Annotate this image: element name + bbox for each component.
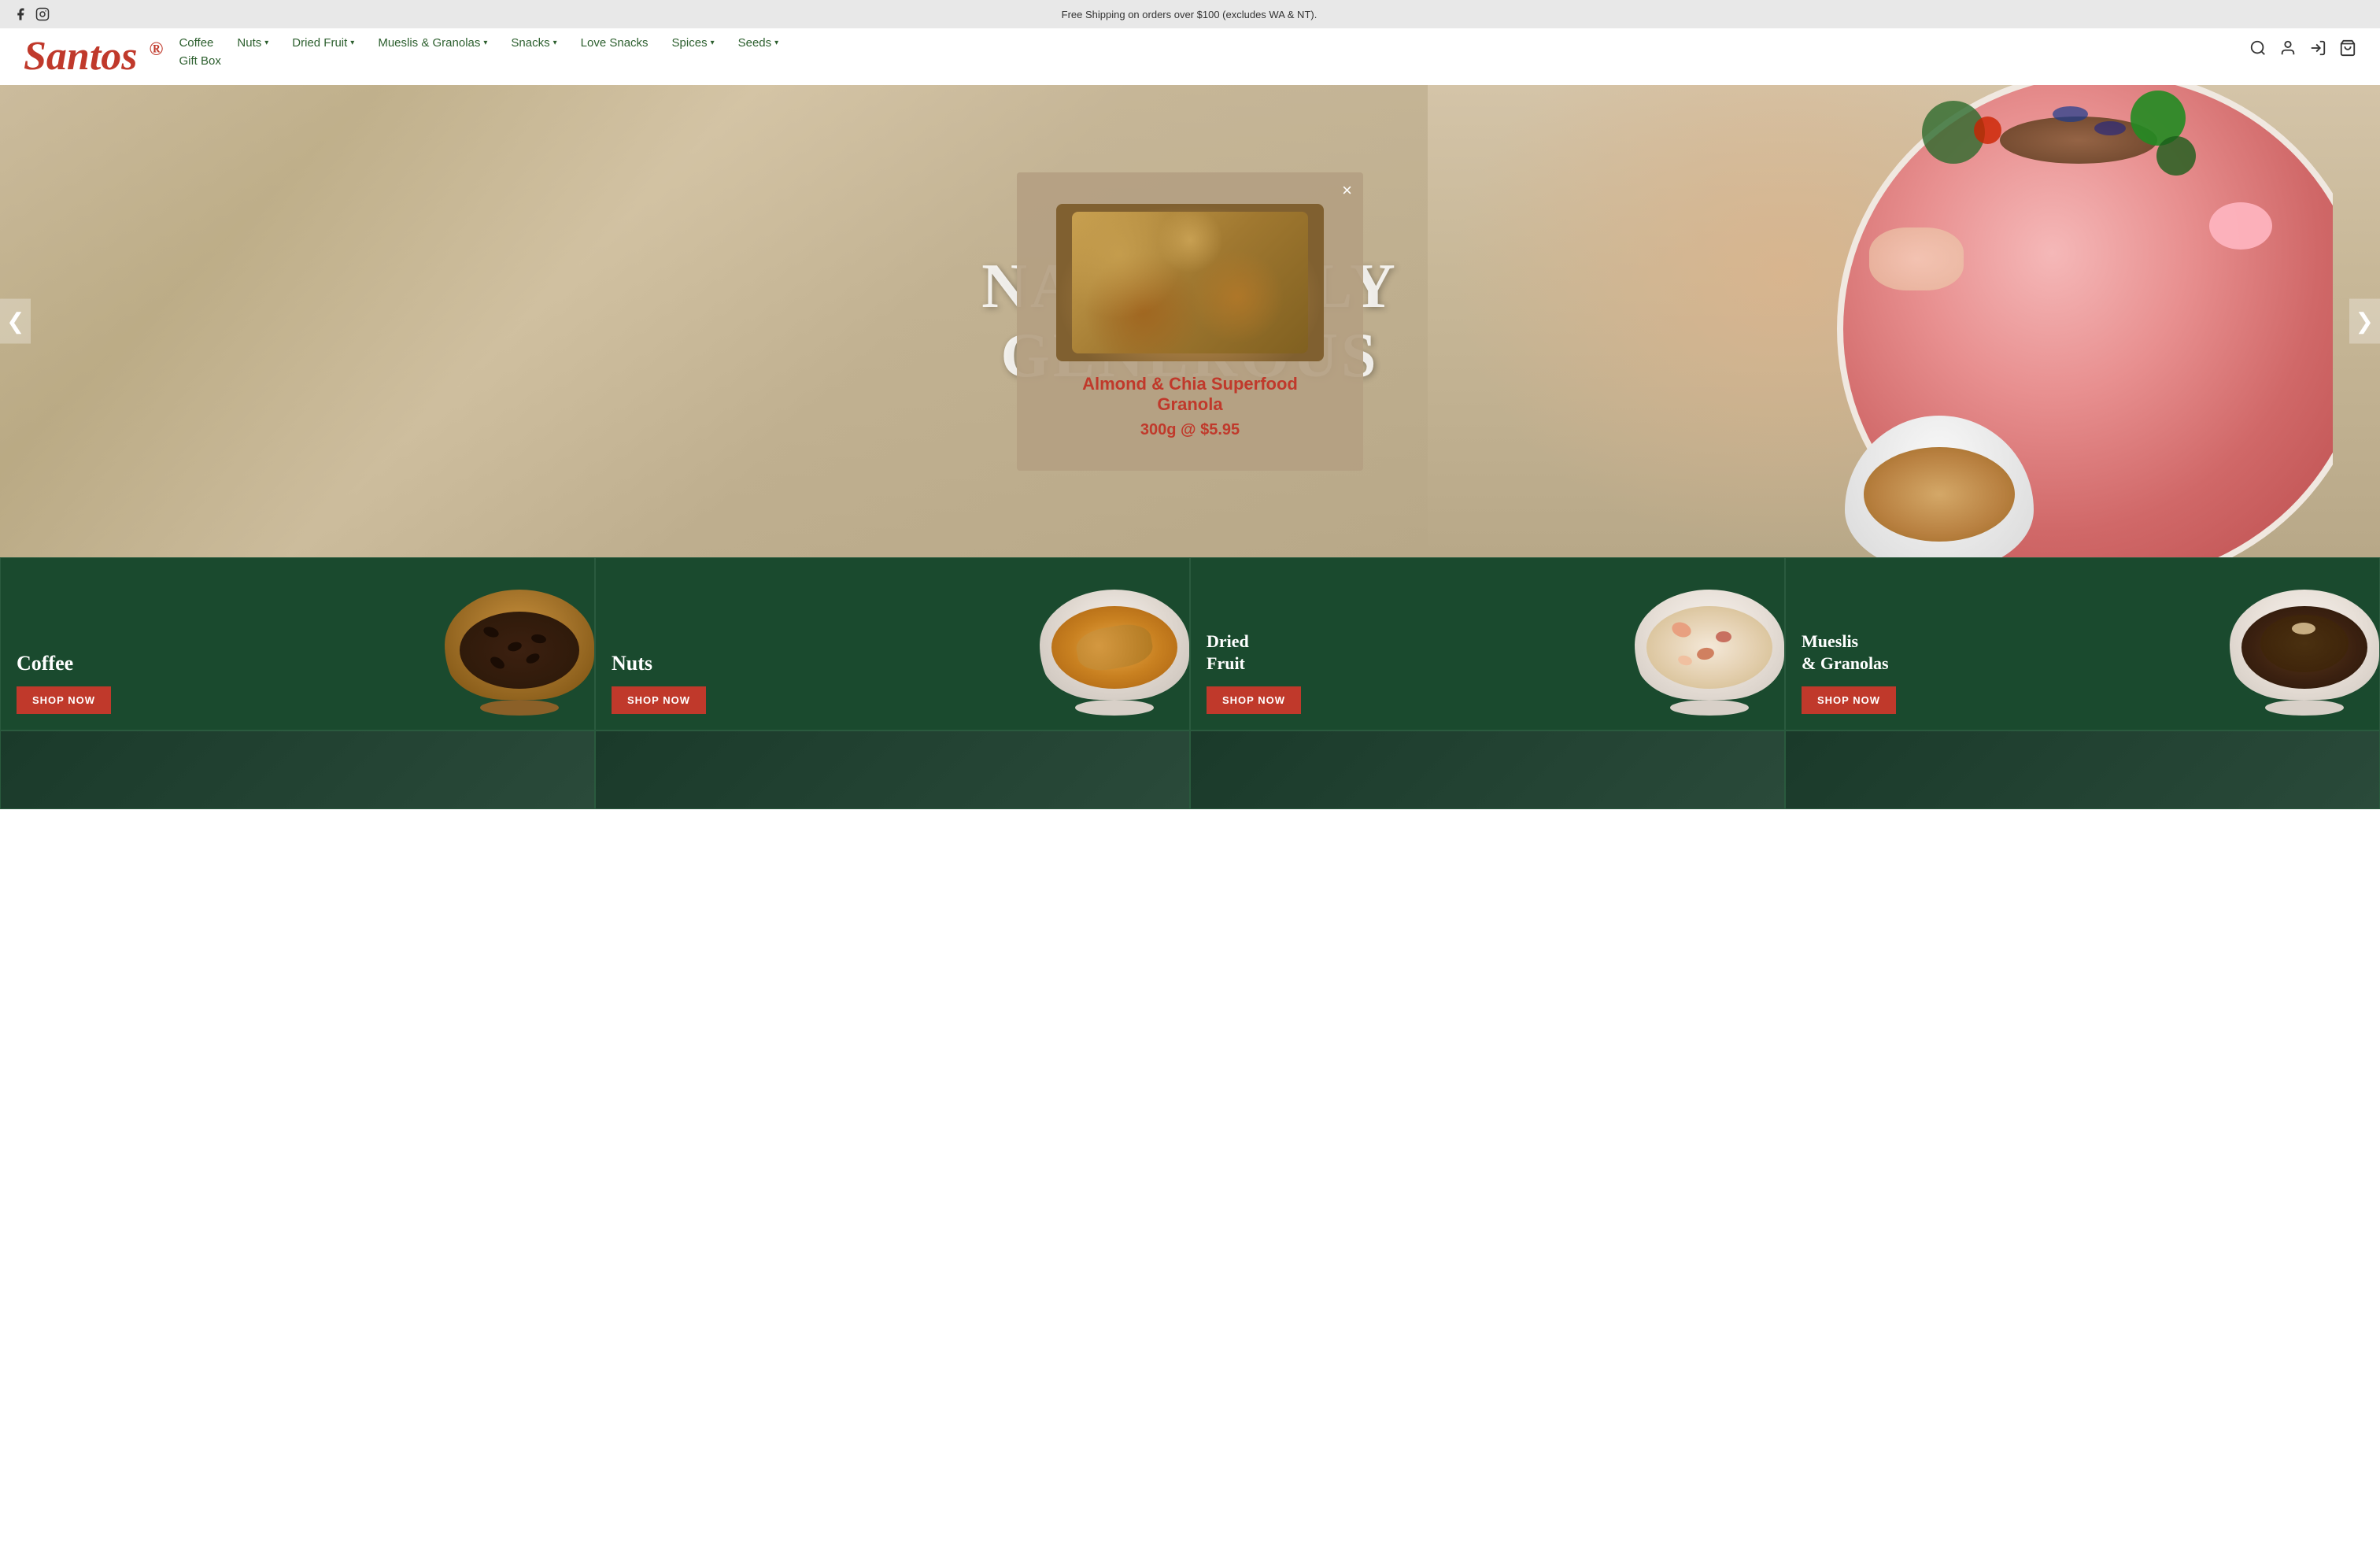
nuts-bowl-image (1040, 566, 1190, 723)
mueslis-card-title: Mueslis & Granolas (1802, 631, 2363, 675)
nuts-card-title: Nuts (612, 652, 1173, 675)
header: Santos ® Coffee Nuts ▾ Dried Fruit ▾ Mue… (0, 28, 2380, 85)
mueslis-shop-now-button[interactable]: SHOP NOW (1802, 686, 1896, 714)
category-grid: Coffee SHOP NOW Nuts SHOP NOW (0, 557, 2380, 730)
bottom-card-2 (595, 730, 1190, 809)
coffee-bowl-image (445, 566, 595, 723)
account-icon[interactable] (2279, 39, 2297, 61)
popup-product-title: Almond & Chia Superfood Granola (1048, 374, 1332, 415)
category-card-coffee: Coffee SHOP NOW (0, 557, 595, 730)
navigation: Coffee Nuts ▾ Dried Fruit ▾ Mueslis & Gr… (179, 36, 2249, 68)
header-icons (2249, 36, 2356, 61)
nav-spices[interactable]: Spices ▾ (672, 36, 715, 50)
chevron-down-icon: ▾ (553, 39, 557, 47)
granola-image (1072, 212, 1308, 353)
nav-top-row: Coffee Nuts ▾ Dried Fruit ▾ Mueslis & Gr… (179, 36, 2249, 50)
category-card-nuts: Nuts SHOP NOW (595, 557, 1190, 730)
top-bar: Free Shipping on orders over $100 (exclu… (0, 0, 2380, 28)
popup: × Almond & Chia Superfood Granola 300g @… (1017, 172, 1363, 471)
category-card-dried-fruit: Dried Fruit SHOP NOW (1190, 557, 1785, 730)
bowl-shape (445, 590, 594, 700)
nav-coffee[interactable]: Coffee (179, 36, 213, 50)
bottom-card-1 (0, 730, 595, 809)
nav-mueslis[interactable]: Mueslis & Granolas ▾ (378, 36, 487, 50)
bottom-category-row (0, 730, 2380, 809)
nav-bottom-row: Gift Box (179, 54, 2249, 68)
nav-dried-fruit[interactable]: Dried Fruit ▾ (292, 36, 354, 50)
login-icon[interactable] (2309, 39, 2326, 61)
popup-overlay: × Almond & Chia Superfood Granola 300g @… (0, 85, 2380, 557)
dried-fruit-card-title: Dried Fruit (1207, 631, 1768, 675)
popup-close-button[interactable]: × (1342, 180, 1352, 201)
nuts-shop-now-button[interactable]: SHOP NOW (612, 686, 706, 714)
dried-fruit-shop-now-button[interactable]: SHOP NOW (1207, 686, 1301, 714)
shipping-message: Free Shipping on orders over $100 (exclu… (50, 9, 2328, 20)
hero-section: NATURALLY GENEROUS ❮ ❯ × Almond & Chia S… (0, 85, 2380, 557)
coffee-card-title: Coffee (17, 652, 578, 675)
coffee-shop-now-button[interactable]: SHOP NOW (17, 686, 111, 714)
category-card-mueslis: Mueslis & Granolas SHOP NOW (1785, 557, 2380, 730)
instagram-icon[interactable] (35, 6, 50, 22)
site-logo[interactable]: Santos ® (24, 36, 163, 77)
bottom-card-3 (1190, 730, 1785, 809)
search-icon[interactable] (2249, 39, 2267, 61)
chevron-down-icon: ▾ (264, 39, 268, 47)
bottom-card-4 (1785, 730, 2380, 809)
nav-snacks[interactable]: Snacks ▾ (511, 36, 556, 50)
bowl-shape (1040, 590, 1189, 700)
popup-product-price: 300g @ $5.95 (1048, 421, 1332, 439)
popup-product-image (1056, 204, 1324, 361)
nav-love-snacks[interactable]: Love Snacks (581, 36, 649, 50)
facebook-icon[interactable] (13, 6, 28, 22)
chevron-down-icon: ▾ (711, 39, 715, 47)
social-links[interactable] (13, 6, 50, 22)
chevron-down-icon: ▾ (483, 39, 487, 47)
nav-seeds[interactable]: Seeds ▾ (738, 36, 779, 50)
bowl-base (1075, 700, 1154, 716)
bowl-base (2265, 700, 2344, 716)
nav-nuts[interactable]: Nuts ▾ (237, 36, 268, 50)
chevron-down-icon: ▾ (774, 39, 778, 47)
chevron-down-icon: ▾ (350, 39, 354, 47)
cart-icon[interactable] (2339, 39, 2356, 61)
bowl-base (1670, 700, 1749, 716)
nav-gift-box[interactable]: Gift Box (179, 54, 220, 68)
bowl-base (480, 700, 559, 716)
